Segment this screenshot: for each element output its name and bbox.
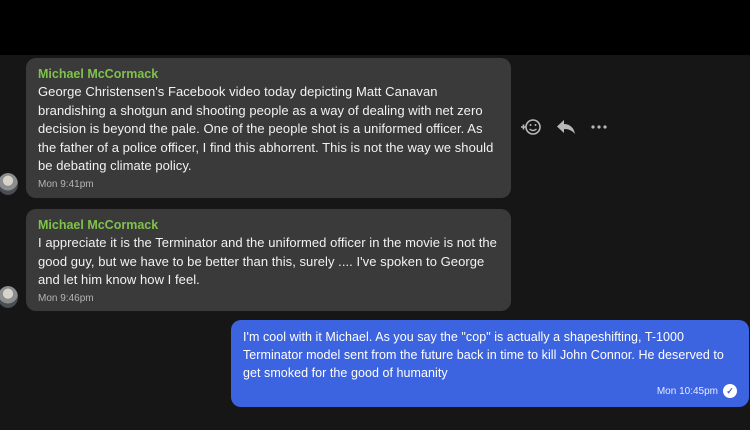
sender-name[interactable]: Michael McCormack xyxy=(38,67,499,81)
message-text: I appreciate it is the Terminator and th… xyxy=(38,235,497,287)
message-meta: Mon 10:45pm ✓ xyxy=(243,384,737,398)
message-time: Mon 9:41pm xyxy=(38,178,94,190)
avatar[interactable] xyxy=(0,173,18,195)
message-text: I'm cool with it Michael. As you say the… xyxy=(243,330,724,380)
chat-panel: Michael McCormack George Christensen's F… xyxy=(0,55,750,430)
reply-icon[interactable] xyxy=(556,119,576,135)
read-receipt-icon: ✓ xyxy=(723,384,737,398)
sender-name[interactable]: Michael McCormack xyxy=(38,218,499,232)
avatar[interactable] xyxy=(0,286,18,308)
message-actions xyxy=(520,118,608,136)
message-time: Mon 10:45pm xyxy=(656,385,718,397)
message-text: George Christensen's Facebook video toda… xyxy=(38,84,494,173)
more-icon[interactable] xyxy=(590,124,608,130)
message-bubble[interactable]: Michael McCormack George Christensen's F… xyxy=(26,58,511,198)
message-time: Mon 9:46pm xyxy=(38,292,94,304)
add-reaction-icon[interactable] xyxy=(520,118,542,136)
message-bubble[interactable]: Michael McCormack I appreciate it is the… xyxy=(26,209,511,311)
message-bubble-outgoing[interactable]: I'm cool with it Michael. As you say the… xyxy=(231,320,749,407)
